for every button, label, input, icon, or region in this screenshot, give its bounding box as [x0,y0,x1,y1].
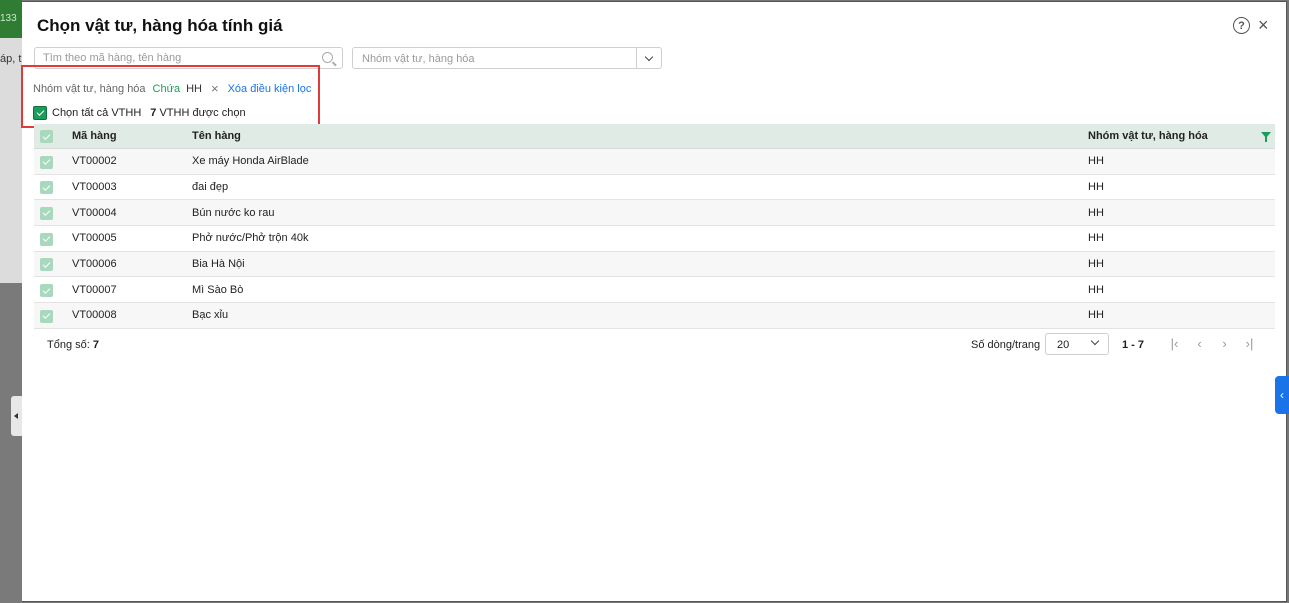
check-icon [42,285,51,294]
background-header: 133 [0,0,22,38]
check-icon [36,108,44,116]
cell-name: Xe máy Honda AirBlade [192,155,309,168]
selected-count-value: 7 [150,107,157,119]
check-icon [42,208,51,217]
dialog-title: Chọn vật tư, hàng hóa tính giá [37,16,283,35]
cell-group: HH [1088,181,1104,194]
table-row[interactable]: VT00005 Phở nước/Phở trộn 40k HH [34,226,1275,252]
cell-name: Mì Sào Bò [192,283,244,296]
check-icon [42,182,51,191]
total-count: Tổng số: 7 [47,339,99,351]
remove-filter-icon[interactable]: × [211,81,219,96]
row-checkbox[interactable] [40,309,53,323]
background-app: 133 áp, t [0,0,22,603]
cell-group: HH [1088,155,1104,168]
check-icon [42,259,51,268]
search-icon[interactable] [322,52,333,63]
header-checkbox[interactable] [40,130,53,144]
background-overlay [0,283,22,603]
background-row-text: áp, t [0,53,22,65]
select-all-checkbox[interactable] [33,106,47,120]
cell-name: Bạc xỉu [192,309,229,322]
cell-group: HH [1088,258,1104,271]
collapse-left-handle[interactable] [11,396,22,436]
table-header: Mã hàng Tên hàng Nhóm vật tư, hàng hóa [34,124,1275,149]
select-all-row: Chọn tất cả VTHH 7 VTHH được chọn [33,106,246,120]
total-label: Tổng số: [47,339,90,351]
select-all-label[interactable]: Chọn tất cả VTHH [52,107,141,119]
table-row[interactable]: VT00008 Bạc xỉu HH [34,303,1275,329]
check-icon [42,311,51,320]
next-page-icon[interactable]: › [1217,336,1232,351]
table-footer: Tổng số: 7 Số dòng/trang 20 1 - 7 |‹ ‹ ›… [34,333,1275,355]
chevron-down-icon [644,52,654,61]
row-checkbox[interactable] [40,155,53,169]
total-value: 7 [92,339,99,351]
table-row[interactable]: VT00002 Xe máy Honda AirBlade HH [34,149,1275,175]
check-icon [42,131,51,140]
filter-field: Nhóm vật tư, hàng hóa [33,82,146,95]
rows-per-page-label: Số dòng/trang [971,339,1041,351]
clear-filter-link[interactable]: Xóa điều kiện lọc [228,83,312,95]
background-code: 133 [0,13,17,24]
first-page-icon[interactable]: |‹ [1167,336,1182,351]
active-filter: Nhóm vật tư, hàng hóa Chứa HH × Xóa điều… [33,81,311,96]
cell-code: VT00007 [72,283,117,296]
row-checkbox[interactable] [40,206,53,220]
filter-operator[interactable]: Chứa [153,83,181,95]
selected-count: 7 VTHH được chọn [150,107,245,119]
check-icon [42,157,51,165]
cell-code: VT00005 [72,232,117,245]
side-panel-toggle[interactable]: ‹ [1275,376,1289,414]
cell-code: VT00006 [72,258,117,271]
check-icon [42,234,51,243]
cell-code: VT00003 [72,181,117,194]
prev-page-icon[interactable]: ‹ [1192,336,1207,351]
group-select-placeholder: Nhóm vật tư, hàng hóa [362,53,475,65]
table-row[interactable]: VT00006 Bia Hà Nội HH [34,251,1275,278]
cell-group: HH [1088,232,1104,245]
row-checkbox[interactable] [40,232,53,246]
pagination: |‹ ‹ › ›| [1167,336,1257,351]
row-checkbox[interactable] [40,181,53,195]
background-row: áp, t [0,38,22,283]
filter-icon[interactable] [1261,132,1271,142]
cell-group: HH [1088,206,1104,219]
last-page-icon[interactable]: ›| [1242,336,1257,351]
cell-name: Phở nước/Phở trộn 40k [192,232,309,245]
cell-code: VT00004 [72,206,117,219]
cell-name: Bún nước ko rau [192,206,275,219]
column-header-group[interactable]: Nhóm vật tư, hàng hóa [1088,130,1275,142]
table-row[interactable]: VT00004 Bún nước ko rau HH [34,200,1275,227]
cell-code: VT00002 [72,155,117,168]
cell-code: VT00008 [72,309,117,322]
table-row[interactable]: VT00007 Mì Sào Bò HH [34,277,1275,304]
help-icon[interactable]: ? [1233,17,1250,34]
row-checkbox[interactable] [40,258,53,272]
cell-name: đai đẹp [192,181,229,194]
table-row[interactable]: VT00003 đai đẹp HH [34,175,1275,201]
group-select-dropdown-button[interactable] [636,48,661,68]
cell-group: HH [1088,309,1104,322]
filter-value: HH [186,82,202,95]
page-range: 1 - 7 [1122,339,1145,351]
rows-per-page-select[interactable]: 20 [1045,333,1109,355]
close-icon[interactable]: × [1258,15,1269,35]
selected-count-suffix: VTHH được chọn [159,107,246,119]
cell-group: HH [1088,283,1104,296]
cell-name: Bia Hà Nội [192,258,245,271]
table-body: VT00002 Xe máy Honda AirBlade HH VT00003 đai… [34,149,1275,329]
column-header-name[interactable]: Tên hàng [192,130,1088,142]
select-items-dialog: Chọn vật tư, hàng hóa tính giá ? × Nhóm … [21,1,1287,602]
group-select[interactable]: Nhóm vật tư, hàng hóa [352,47,662,69]
chevron-down-icon [1090,336,1100,346]
column-header-code[interactable]: Mã hàng [72,130,192,142]
items-table: Mã hàng Tên hàng Nhóm vật tư, hàng hóa V… [34,124,1275,329]
row-checkbox[interactable] [40,284,53,298]
rows-per-page-value: 20 [1057,339,1070,351]
